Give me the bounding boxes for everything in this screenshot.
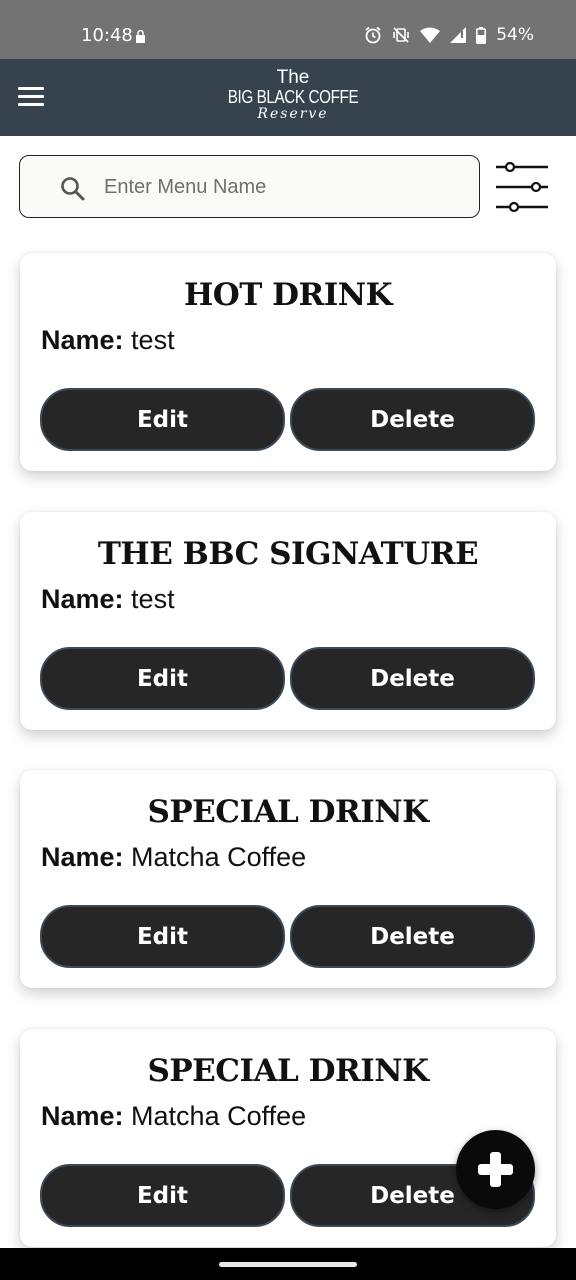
- add-menu-button[interactable]: [456, 1130, 535, 1209]
- alarm-icon: [365, 26, 381, 44]
- card-name-row: Name: Matcha Coffee: [41, 842, 306, 873]
- card-name-label: Name:: [41, 842, 124, 872]
- card-name-row: Name: test: [41, 325, 175, 356]
- card-category: SPECIAL DRINK: [147, 794, 429, 830]
- menu-card: HOT DRINK Name: test Edit Delete: [20, 253, 556, 471]
- brand-logo: The BIG BLACK COFFE Reserve: [188, 67, 398, 123]
- card-name-value: test: [131, 325, 175, 355]
- signal-icon: [450, 27, 467, 43]
- card-name-value: test: [131, 584, 175, 614]
- card-category: HOT DRINK: [183, 277, 393, 313]
- delete-button[interactable]: Delete: [290, 905, 535, 968]
- hamburger-icon[interactable]: [18, 87, 44, 107]
- menu-card: THE BBC SIGNATURE Name: test Edit Delete: [20, 512, 556, 730]
- delete-button[interactable]: Delete: [290, 647, 535, 710]
- card-name-value: Matcha Coffee: [131, 842, 307, 872]
- card-name-label: Name:: [41, 325, 124, 355]
- edit-button[interactable]: Edit: [40, 905, 285, 968]
- logo-line-1: The: [276, 67, 310, 88]
- search-icon: [61, 177, 85, 201]
- logo-line-2: BIG BLACK COFFE: [227, 87, 359, 107]
- card-name-label: Name:: [41, 584, 124, 614]
- edit-button[interactable]: Edit: [40, 388, 285, 451]
- vibrate-off-icon: [393, 27, 410, 43]
- card-name-row: Name: Matcha Coffee: [41, 1101, 306, 1132]
- app-header: The BIG BLACK COFFE Reserve: [0, 59, 576, 136]
- menu-card: SPECIAL DRINK Name: Matcha Coffee Edit D…: [20, 770, 556, 988]
- card-name-value: Matcha Coffee: [131, 1101, 307, 1131]
- battery-level: 54%: [496, 25, 534, 45]
- search-input[interactable]: [104, 170, 464, 204]
- system-nav-bar: [0, 1248, 576, 1280]
- logo-line-3: Reserve: [257, 106, 329, 122]
- wifi-icon: [420, 27, 441, 43]
- edit-button[interactable]: Edit: [40, 647, 285, 710]
- card-category: SPECIAL DRINK: [147, 1053, 429, 1089]
- home-gesture-handle[interactable]: [219, 1262, 357, 1267]
- delete-button[interactable]: Delete: [290, 388, 535, 451]
- status-bar: 10:48 54%: [0, 0, 576, 59]
- card-category: THE BBC SIGNATURE: [97, 536, 479, 572]
- battery-icon: [476, 26, 487, 44]
- edit-button[interactable]: Edit: [40, 1164, 285, 1227]
- plus-icon: [478, 1152, 513, 1187]
- status-time: 10:48: [81, 25, 133, 46]
- screen: 10:48 54% The BIG BLACK COFFE Reserve En…: [0, 0, 576, 1280]
- search-bar[interactable]: [19, 155, 480, 218]
- lock-icon: [136, 30, 145, 43]
- card-name-row: Name: test: [41, 584, 175, 615]
- status-icons: 54%: [364, 25, 534, 45]
- card-name-label: Name:: [41, 1101, 124, 1131]
- sliders-icon[interactable]: [494, 160, 550, 216]
